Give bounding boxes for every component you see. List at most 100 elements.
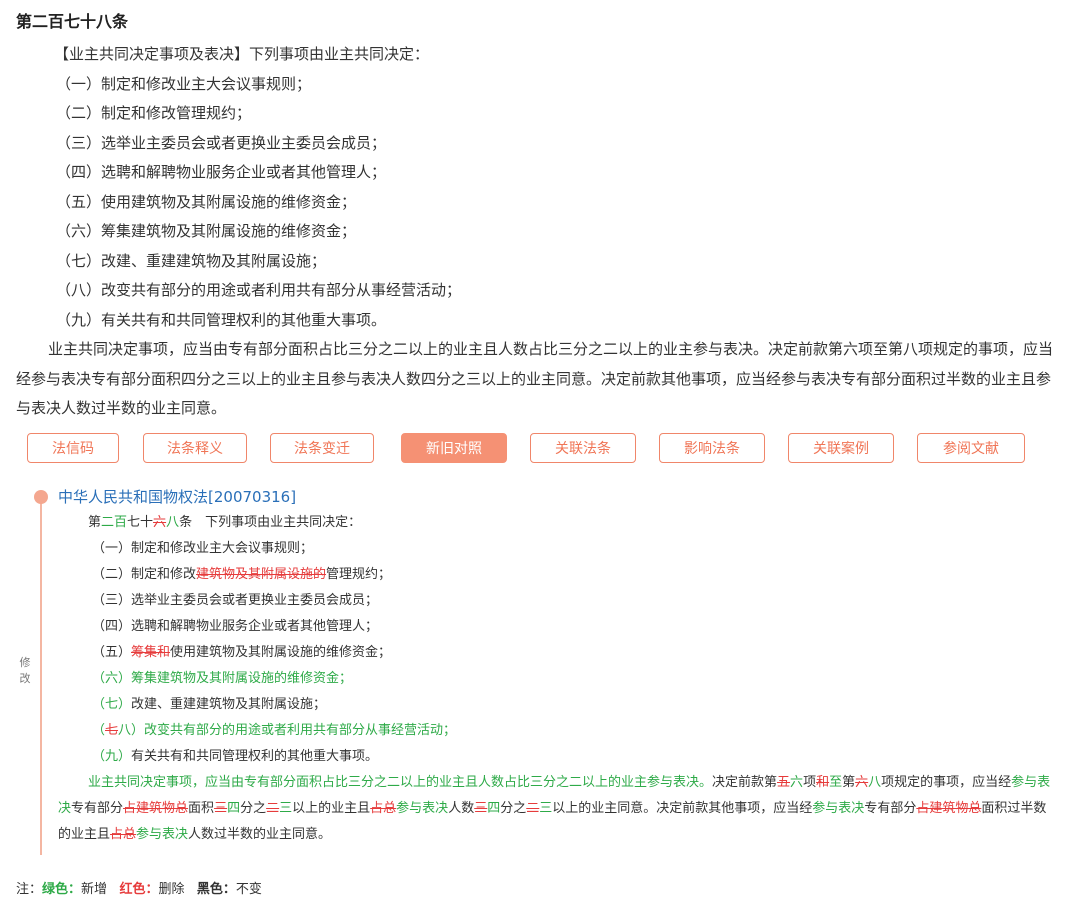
article-title: 第二百七十八条: [16, 12, 129, 31]
added-text: 八: [868, 775, 882, 790]
article-item: （四）选聘和解聘物业服务企业或者其他管理人；: [56, 163, 387, 181]
article-item: （五）使用建筑物及其附属设施的维修资金；: [56, 192, 357, 211]
unchanged-text: 使用建筑物及其附属设施的维修资金；: [170, 645, 392, 660]
article-paragraph: 业主共同决定事项，应当由专有部分面积占比三分之二以上的业主且人数占比三分之二以上…: [16, 340, 1054, 417]
deleted-text: 占总: [110, 827, 137, 842]
deleted-text: 七: [105, 723, 119, 738]
comparison-items: （一）制定和修改业主大会议事规则； （二）制定和修改建筑物及其附属设施的管理规约；…: [58, 536, 1058, 770]
deleted-text: 六: [153, 515, 167, 530]
unchanged-text: 项规定的事项，应当经: [881, 775, 1012, 790]
deleted-text: 六: [855, 775, 869, 790]
unchanged-text: 第: [842, 775, 856, 790]
tab-bar: 法信码 法条释义 法条变迁 新旧对照 关联法条 影响法条 关联案例 参阅文献: [27, 433, 1067, 465]
timeline-line: [40, 495, 42, 855]
deleted-text: 三: [214, 801, 228, 816]
legend-prefix: 注：: [16, 882, 43, 897]
article-intro: 【业主共同决定事项及表决】下列事项由业主共同决定：: [54, 45, 430, 63]
article-item: （八）改变共有部分的用途或者利用共有部分从事经营活动；: [56, 281, 462, 299]
tab-0[interactable]: 法信码: [27, 433, 119, 463]
added-text: 四: [487, 801, 501, 816]
deleted-text: 三: [474, 801, 488, 816]
added-text: 参与表决: [136, 827, 189, 842]
comparison-body: 第二百七十六八条 下列事项由业主共同决定： （一）制定和修改业主大会议事规则；（…: [58, 510, 1058, 848]
tab-2[interactable]: 法条变迁: [270, 433, 374, 463]
unchanged-text: 分之: [240, 801, 267, 816]
added-text: （九）: [92, 749, 132, 764]
legend-red-label: 红色：: [119, 882, 159, 897]
article-item: （六）筹集建筑物及其附属设施的维修资金；: [56, 222, 357, 240]
unchanged-text: 专有部分: [71, 801, 124, 816]
unchanged-text: 条 下列事项由业主共同决定：: [179, 515, 362, 530]
legend-black-text: 不变: [235, 882, 262, 897]
added-text: 参与表决: [812, 801, 865, 816]
unchanged-text: （二）制定和修改: [92, 567, 197, 582]
legend-green-label: 绿色：: [42, 882, 82, 897]
comparison-item: （五）筹集和使用建筑物及其附属设施的维修资金；: [58, 640, 1058, 666]
article-item: （三）选举业主委员会或者更换业主委员会成员；: [56, 133, 387, 152]
deleted-text: 占总: [370, 801, 397, 816]
unchanged-text: 改建、重建建筑物及其附属设施；: [131, 697, 327, 712]
unchanged-text: （一）制定和修改业主大会议事规则；: [92, 541, 314, 556]
comparison-item: （六）筹集建筑物及其附属设施的维修资金；: [58, 666, 1058, 692]
comparison-item: （二）制定和修改建筑物及其附属设施的管理规约；: [58, 562, 1058, 588]
comparison-item: （三）选举业主委员会或者更换业主委员会成员；: [58, 588, 1058, 614]
deleted-text: 建筑物及其附属设施的: [196, 567, 327, 582]
deleted-text: 和: [816, 775, 830, 790]
tab-4[interactable]: 关联法条: [530, 433, 636, 463]
timeline-dot: [34, 490, 48, 504]
revision-type-label: 修改: [19, 656, 31, 685]
tab-1[interactable]: 法条释义: [143, 433, 247, 463]
legend-green-text: 新增: [81, 882, 108, 897]
added-text: （六）筹集建筑物及其附属设施的维修资金；: [92, 671, 353, 686]
tab-5[interactable]: 影响法条: [659, 433, 765, 463]
deleted-text: 二: [266, 801, 280, 816]
added-text: （: [92, 723, 106, 738]
unchanged-text: 分之: [500, 801, 527, 816]
article-item: （七）改建、重建建筑物及其附属设施；: [56, 251, 327, 270]
added-text: 八: [166, 515, 180, 530]
law-version-link[interactable]: 中华人民共和国物权法[20070316]: [58, 486, 296, 507]
unchanged-text: 七十: [127, 515, 154, 530]
comparison-item: （一）制定和修改业主大会议事规则；: [58, 536, 1058, 562]
tab-6[interactable]: 关联案例: [788, 433, 894, 463]
article-item: （九）有关共有和共同管理权利的其他重大事项。: [56, 310, 387, 329]
added-text: 八）改变共有部分的用途或者利用共有部分从事经营活动；: [118, 723, 457, 738]
article-item: （一）制定和修改业主大会议事规则；: [56, 74, 312, 93]
added-text: 参与表决: [396, 801, 449, 816]
deleted-text: 筹集和: [131, 645, 171, 660]
unchanged-text: 管理规约；: [326, 567, 392, 582]
deleted-text: 占建筑物总: [916, 801, 982, 816]
tab-3[interactable]: 新旧对照: [401, 433, 507, 463]
added-text: 三: [539, 801, 553, 816]
unchanged-text: 有关共有和共同管理权利的其他重大事项。: [131, 749, 379, 764]
legend-black-label: 黑色：: [196, 882, 236, 897]
unchanged-text: （五）: [92, 645, 132, 660]
tab-7[interactable]: 参阅文献: [917, 433, 1025, 463]
comparison-item: （七八）改变共有部分的用途或者利用共有部分从事经营活动；: [58, 718, 1058, 744]
unchanged-text: 以上的业主同意。决定前款其他事项，应当经: [552, 801, 813, 816]
unchanged-text: 人数: [448, 801, 475, 816]
unchanged-text: 专有部分: [864, 801, 917, 816]
unchanged-text: 决定前款第: [712, 775, 778, 790]
comparison-paragraph: 业主共同决定事项，应当由专有部分面积占比三分之二以上的业主且人数占比三分之二以上…: [58, 770, 1058, 848]
unchanged-text: （四）选聘和解聘物业服务企业或者其他管理人；: [92, 619, 379, 634]
unchanged-text: 第: [88, 515, 102, 530]
comparison-item: （四）选聘和解聘物业服务企业或者其他管理人；: [58, 614, 1058, 640]
added-text: 二百: [101, 515, 128, 530]
added-text: 三: [279, 801, 293, 816]
added-text: 四: [227, 801, 241, 816]
deleted-text: 占建筑物总: [123, 801, 189, 816]
article-item: （二）制定和修改管理规约；: [56, 104, 252, 122]
added-text: 六: [790, 775, 804, 790]
deleted-text: 二: [526, 801, 540, 816]
unchanged-text: 以上的业主且: [292, 801, 371, 816]
added-text: （七）: [92, 697, 132, 712]
color-legend: 注：绿色：新增 红色：删除 黑色：不变: [16, 878, 262, 897]
unchanged-text: 人数过半数的业主同意。: [188, 827, 332, 842]
comparison-item: （七）改建、重建建筑物及其附属设施；: [58, 692, 1058, 718]
article-items: （一）制定和修改业主大会议事规则； （二）制定和修改管理规约； （三）选举业主委员会…: [16, 70, 1064, 336]
unchanged-text: （三）选举业主委员会或者更换业主委员会成员；: [92, 593, 379, 608]
added-text: 至: [829, 775, 843, 790]
added-text: 业主共同决定事项，应当由专有部分面积占比三分之二以上的业主且人数占比三分之二以上…: [88, 775, 713, 790]
unchanged-text: 面积: [188, 801, 215, 816]
